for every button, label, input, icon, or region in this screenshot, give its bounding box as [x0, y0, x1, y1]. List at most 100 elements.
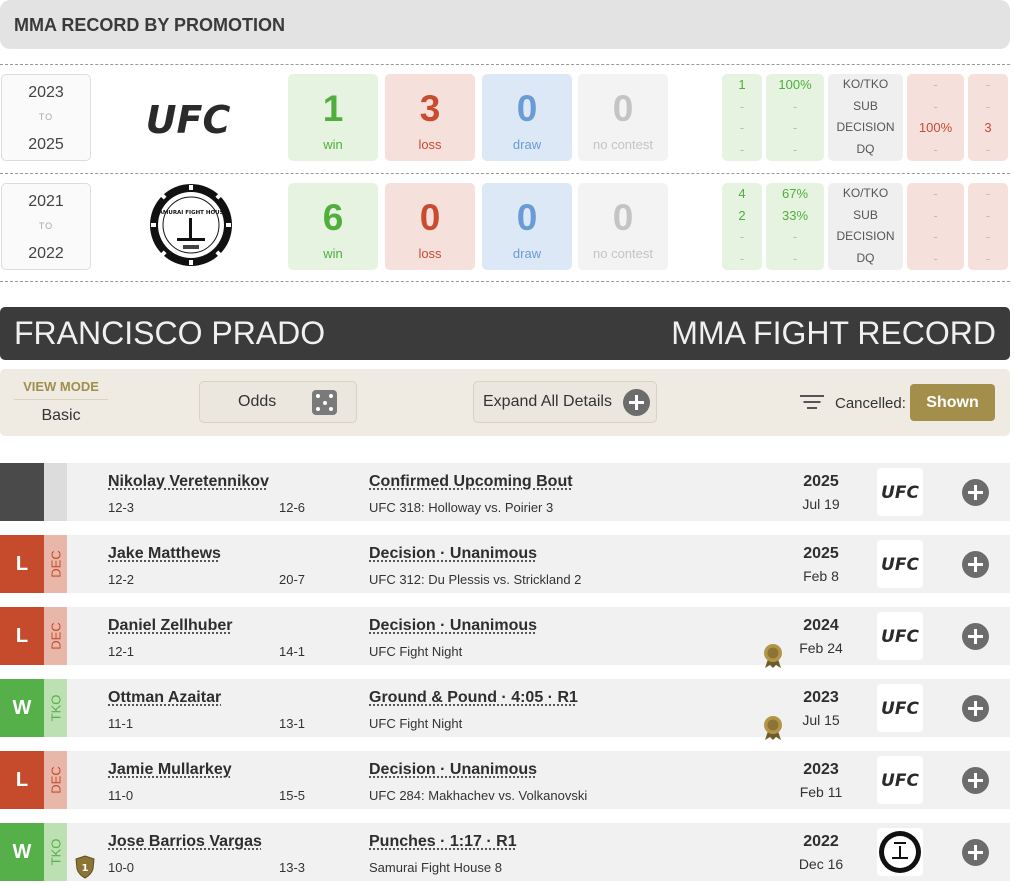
win-count: 1 [322, 88, 344, 129]
samurai-fight-house-logo[interactable] [877, 828, 923, 876]
event-name: UFC Fight Night [369, 716, 463, 731]
loss-ko-count: - [985, 186, 991, 201]
result-box: W [0, 679, 44, 737]
loss-method-counts: - - 3 - [968, 74, 1008, 161]
expand-all-button[interactable]: Expand All Details [473, 381, 657, 423]
method-dq-label: DQ [856, 251, 875, 266]
loss-method-counts: - - - - [968, 183, 1008, 270]
method-sub-label: SUB [853, 98, 878, 113]
method-link[interactable]: Decision · Unanimous [369, 761, 537, 779]
odds-label: Odds [238, 393, 277, 410]
expand-fight-button[interactable] [962, 695, 989, 722]
loss-count-box: 3 loss [385, 74, 475, 161]
fight-year: 2024 [803, 617, 839, 634]
win-sub-pct: 33% [781, 207, 809, 223]
draw-label: draw [512, 137, 542, 152]
dice-icon [312, 390, 337, 415]
opponent-name-link[interactable]: Nikolay Veretennikov [108, 473, 269, 491]
samurai-fight-house-logo[interactable]: SAMURAI FIGHT HOUSE [149, 182, 233, 268]
fight-year: 2023 [803, 761, 839, 778]
loss-dec-pct: 100% [918, 120, 953, 136]
method-ko-label: KO/TKO [842, 77, 889, 91]
cancelled-shown-toggle[interactable]: Shown [910, 384, 995, 421]
ufc-logo[interactable]: UFC [140, 89, 236, 149]
bonus-medal-icon[interactable] [762, 643, 784, 669]
result-method: TKO [44, 679, 67, 737]
year-to-word: TO [38, 221, 54, 231]
method-link[interactable]: Decision · Unanimous [369, 617, 537, 635]
fight-date: Feb 8 [803, 568, 839, 584]
win-count-box: 1 win [288, 74, 378, 161]
loss-dq-pct: - [933, 142, 938, 158]
opponent-name-link[interactable]: Jose Barrios Vargas [108, 833, 262, 851]
loss-method-pcts: - - - - [907, 183, 964, 270]
loss-sub-count: - [985, 98, 991, 114]
fight-row[interactable]: W TKO Ottman Azaitar 11-1 13-1 Ground & … [0, 679, 1010, 740]
fight-date: Jul 19 [802, 496, 840, 512]
title-shield-icon[interactable]: 1 [74, 855, 96, 879]
no-contest-label: no contest [593, 246, 653, 261]
view-mode-select[interactable]: Basic [14, 407, 108, 425]
method-link[interactable]: Decision · Unanimous [369, 545, 537, 563]
event-name: UFC 284: Makhachev vs. Volkanovski [369, 788, 588, 803]
method-link[interactable]: Confirmed Upcoming Bout [369, 473, 573, 491]
opponent-name-link[interactable]: Jake Matthews [108, 545, 221, 563]
fight-row[interactable]: L DEC Jamie Mullarkey 11-0 15-5 Decision… [0, 751, 1010, 809]
loss-dq-count: - [985, 142, 991, 158]
fighter-record: 12-3 [108, 500, 135, 515]
win-sub-count: - [739, 98, 745, 114]
promotion-row-samurai: 2021 TO 2022 SAMURAI FIGHT HOUSE 6 win 0… [0, 173, 1010, 282]
loss-ko-pct: - [933, 77, 938, 92]
expand-fight-button[interactable] [962, 623, 989, 650]
result-box: L [0, 607, 44, 665]
promotion-row-ufc: 2023 TO 2025 UFC 1 win 3 loss 0 draw 0 n… [0, 64, 1010, 174]
win-method-pcts: 100% - - - [766, 74, 824, 161]
ufc-logo[interactable]: UFC [877, 756, 923, 804]
result-box: W [0, 823, 44, 881]
no-contest-box: 0 no contest [578, 183, 668, 270]
ufc-logo[interactable]: UFC [877, 540, 923, 588]
opponent-name-link[interactable]: Ottman Azaitar [108, 689, 221, 707]
win-ko-pct: 67% [781, 186, 809, 201]
fight-row[interactable]: L DEC Daniel Zellhuber 12-1 14-1 Decisio… [0, 607, 1010, 668]
fight-year: 2022 [803, 833, 839, 850]
method-labels: KO/TKO SUB DECISION DQ [828, 74, 903, 161]
expand-fight-button[interactable] [962, 839, 989, 866]
fight-date: Jul 15 [802, 712, 840, 728]
no-contest-count: 0 [612, 88, 634, 129]
win-ko-count: 1 [738, 77, 746, 92]
cancelled-label: Cancelled: [835, 395, 906, 412]
years-range: 2021 TO 2022 [1, 183, 91, 270]
odds-button[interactable]: Odds [199, 381, 357, 423]
ufc-logo[interactable]: UFC [877, 612, 923, 660]
win-dec-pct: - [792, 229, 798, 245]
win-label: win [323, 137, 343, 152]
fight-year: 2025 [803, 545, 839, 562]
draw-count: 0 [516, 88, 538, 129]
draw-count-box: 0 draw [482, 74, 572, 161]
opponent-record: 15-5 [279, 788, 306, 803]
method-link[interactable]: Punches · 1:17 · R1 [369, 833, 517, 851]
fight-date: Dec 16 [798, 856, 844, 872]
fight-row[interactable]: L DEC Jake Matthews 12-2 20-7 Decision ·… [0, 535, 1010, 593]
ufc-logo-text: UFC [881, 771, 919, 791]
expand-fight-button[interactable] [962, 767, 989, 794]
opponent-name-link[interactable]: Jamie Mullarkey [108, 761, 232, 779]
ufc-logo-text: UFC [146, 98, 231, 142]
expand-fight-button[interactable] [962, 551, 989, 578]
result-method: TKO [44, 823, 67, 881]
win-ko-pct: 100% [778, 77, 812, 92]
bonus-medal-icon[interactable] [762, 715, 784, 741]
view-mode-label: VIEW MODE [14, 379, 108, 400]
samurai-logo-text: SAMURAI FIGHT HOUSE [155, 210, 228, 216]
result-box: L [0, 751, 44, 809]
expand-fight-button[interactable] [962, 479, 989, 506]
opponent-name-link[interactable]: Daniel Zellhuber [108, 617, 232, 635]
fight-row[interactable]: W TKO 1 Jose Barrios Vargas 10-0 13-3 Pu… [0, 823, 1010, 881]
method-link[interactable]: Ground & Pound · 4:05 · R1 [369, 689, 578, 707]
fighter-record: 11-0 [108, 788, 134, 803]
filter-icon[interactable] [800, 395, 824, 411]
ufc-logo[interactable]: UFC [877, 684, 923, 732]
fight-row[interactable]: Nikolay Veretennikov 12-3 12-6 Confirmed… [0, 463, 1010, 521]
ufc-logo[interactable]: UFC [877, 468, 923, 516]
